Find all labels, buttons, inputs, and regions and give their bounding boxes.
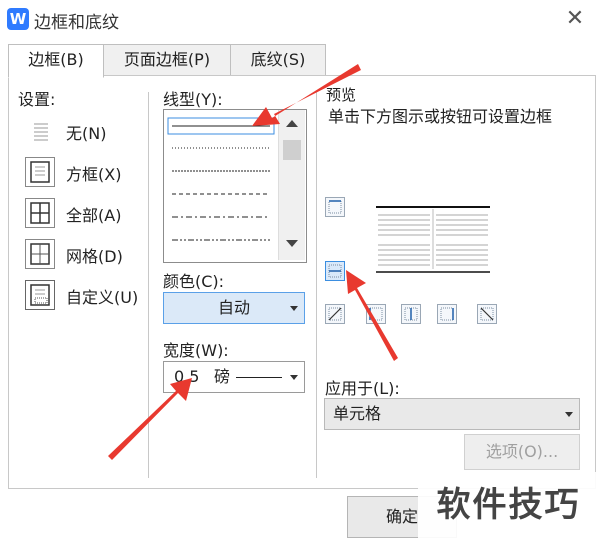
apply-to-label: 应用于(L): [325, 379, 400, 398]
tab-page-borders[interactable]: 页面边框(P) [102, 44, 232, 76]
tab-shading[interactable]: 底纹(S) [230, 44, 326, 76]
grid-border-icon[interactable] [25, 239, 55, 269]
preview-label: 预览 [326, 86, 357, 104]
color-value: 自动 [217, 298, 250, 317]
setting-custom-label[interactable]: 自定义(U) [66, 284, 138, 308]
options-button[interactable]: 选项(O)... [464, 434, 580, 470]
color-label: 颜色(C): [163, 272, 225, 291]
color-dropdown[interactable]: 自动 [163, 292, 305, 324]
scroll-up-icon[interactable] [286, 120, 298, 127]
middle-border-button[interactable] [325, 261, 345, 281]
preview-area[interactable] [374, 205, 492, 275]
dialog-title: 边框和底纹 [34, 13, 119, 33]
apply-to-dropdown[interactable]: 单元格 [324, 398, 580, 430]
width-dropdown[interactable]: 0.5 磅 [163, 361, 305, 393]
top-border-button[interactable] [325, 197, 345, 217]
apply-to-value: 单元格 [333, 404, 382, 423]
left-border-button[interactable] [366, 304, 386, 324]
close-icon[interactable]: ✕ [562, 6, 588, 32]
chevron-down-icon [290, 306, 298, 311]
diagonal-up-border-button[interactable] [325, 304, 345, 324]
tab-borders[interactable]: 边框(B) [8, 44, 104, 78]
width-value: 0.5 [174, 367, 200, 386]
box-border-icon[interactable] [25, 157, 55, 187]
setting-none-label[interactable]: 无(N) [66, 120, 106, 144]
setting-box-label[interactable]: 方框(X) [66, 161, 121, 185]
wps-app-icon: W [7, 8, 29, 30]
center-vertical-border-button[interactable] [401, 304, 421, 324]
settings-label: 设置: [18, 90, 56, 109]
right-border-button[interactable] [437, 304, 457, 324]
diagonal-down-border-button[interactable] [477, 304, 497, 324]
setting-all-label[interactable]: 全部(A) [66, 202, 121, 226]
line-style-list[interactable] [163, 109, 307, 263]
none-border-icon[interactable] [25, 116, 55, 146]
divider-left [148, 92, 149, 478]
width-label: 宽度(W): [163, 341, 229, 360]
divider-right [316, 92, 317, 478]
title-bar: W 边框和底纹 ✕ [0, 0, 599, 38]
custom-border-icon[interactable] [25, 280, 55, 310]
line-style-label: 线型(Y): [163, 90, 223, 109]
preview-hint: 单击下方图示或按钮可设置边框 [328, 107, 553, 126]
line-style-scrollbar[interactable] [278, 110, 305, 260]
chevron-down-icon [565, 412, 573, 417]
width-unit: 磅 [214, 367, 231, 386]
all-border-icon[interactable] [25, 198, 55, 228]
setting-grid-label[interactable]: 网格(D) [66, 243, 123, 267]
scroll-thumb[interactable] [283, 140, 301, 160]
watermark-text: 软件技巧 [418, 472, 599, 548]
chevron-down-icon [290, 375, 298, 380]
width-line-sample [236, 377, 282, 378]
scroll-down-icon[interactable] [286, 240, 298, 247]
